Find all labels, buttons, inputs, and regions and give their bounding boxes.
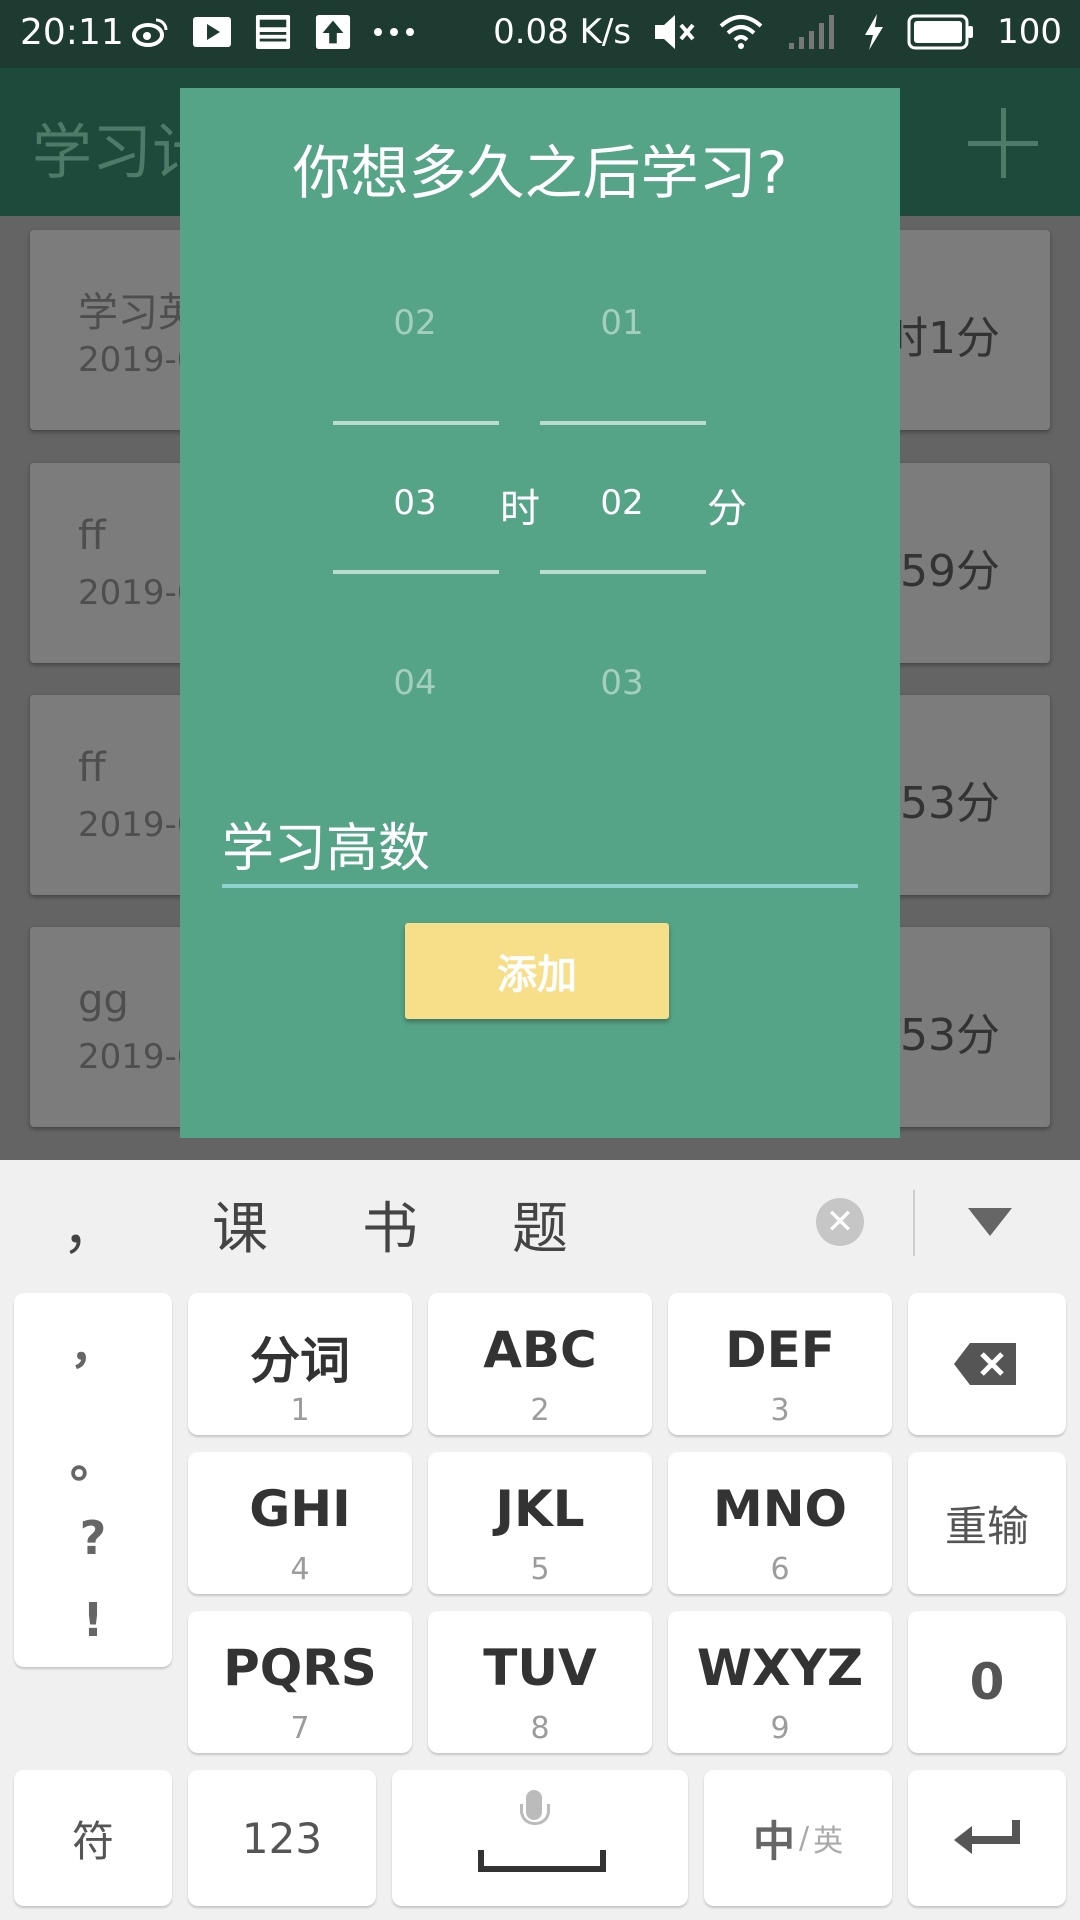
minute-unit-label: 分 (707, 486, 747, 532)
battery-icon (907, 14, 974, 50)
status-right: 0.08 K/s 100 (493, 12, 1062, 52)
keyboard: ， 课 书 题 ✕ ， 。 ? ! 分词 1 ABC 2 DEF 3 GHI 4… (0, 1160, 1080, 1920)
hour-selected[interactable]: 03 (332, 483, 498, 523)
language-switch-key[interactable]: 中 / 英 (704, 1770, 892, 1906)
punct-exclaim[interactable]: ! (14, 1593, 172, 1647)
number-mode-label: 123 (241, 1813, 323, 1863)
key-3[interactable]: DEF 3 (668, 1293, 892, 1435)
candidate-bar: ， 课 书 题 ✕ (0, 1160, 1080, 1282)
lang-english-label: 英 (813, 1824, 844, 1859)
backspace-icon (954, 1343, 1016, 1385)
candidate-item[interactable]: 书 (362, 1184, 418, 1265)
key-8[interactable]: TUV 8 (428, 1611, 652, 1753)
punct-question[interactable]: ? (14, 1511, 172, 1565)
key-5[interactable]: JKL 5 (428, 1452, 652, 1594)
microphone-icon (520, 1790, 550, 1825)
hour-unit-label: 时 (500, 486, 540, 532)
key-digit: 2 (530, 1393, 550, 1428)
candidate-item[interactable]: 课 (212, 1184, 268, 1265)
hour-next[interactable]: 04 (332, 663, 498, 703)
clear-icon[interactable]: ✕ (816, 1198, 864, 1246)
key-4[interactable]: GHI 4 (188, 1452, 412, 1594)
video-icon (193, 17, 231, 47)
net-speed: 0.08 K/s (493, 12, 632, 52)
zero-label: 0 (969, 1653, 1005, 1711)
card-title: ff (78, 745, 106, 791)
symbol-label: 符 (71, 1816, 114, 1866)
punct-comma[interactable]: ， (14, 1311, 172, 1377)
language-switch-label: 中 / 英 (704, 1770, 892, 1906)
card-time-left: 时1分 (884, 313, 1000, 364)
lang-chinese-label: 中 (752, 1816, 795, 1866)
dialog-title: 你想多久之后学习? (292, 139, 788, 207)
minute-next[interactable]: 03 (539, 663, 705, 703)
symbol-key[interactable]: 符 (14, 1770, 172, 1906)
plus-icon[interactable] (968, 108, 1038, 178)
key-digit: 9 (770, 1711, 790, 1746)
candidate-item[interactable]: 题 (512, 1184, 568, 1265)
status-time: 20:11 (20, 12, 124, 53)
upload-icon (315, 14, 351, 50)
key-digit: 7 (290, 1711, 310, 1746)
key-label: DEF (725, 1321, 835, 1379)
hour-prev[interactable]: 02 (332, 303, 498, 343)
key-digit: 4 (290, 1552, 310, 1587)
wifi-icon (719, 15, 763, 49)
key-7[interactable]: PQRS 7 (188, 1611, 412, 1753)
candidate-item[interactable]: ， (62, 1184, 118, 1265)
charging-icon (865, 14, 884, 50)
minute-divider-top (540, 421, 706, 425)
task-input[interactable] (222, 802, 858, 888)
enter-key[interactable] (908, 1770, 1066, 1906)
key-digit: 8 (530, 1711, 550, 1746)
weibo-icon (132, 18, 168, 47)
candidate-divider (913, 1190, 915, 1256)
key-label: TUV (483, 1639, 597, 1697)
enter-icon (954, 1820, 1020, 1854)
add-button[interactable]: 添加 (405, 923, 669, 1019)
number-mode-key[interactable]: 123 (188, 1770, 376, 1906)
card-title: gg (78, 977, 129, 1023)
battery-level: 100 (997, 12, 1062, 52)
status-bar: 20:11 0.08 K/s 100 (0, 0, 1080, 68)
reinput-label: 重输 (944, 1501, 1029, 1551)
key-label: ABC (483, 1321, 597, 1379)
key-1[interactable]: 分词 1 (188, 1293, 412, 1435)
key-digit: 6 (770, 1552, 790, 1587)
key-label: JKL (495, 1480, 585, 1538)
punctuation-key[interactable]: ， 。 ? ! (14, 1293, 172, 1667)
card-title: ff (78, 513, 106, 559)
space-icon (478, 1850, 606, 1872)
signal-icon (789, 15, 835, 49)
key-label: MNO (712, 1480, 848, 1538)
collapse-keyboard-icon[interactable] (968, 1208, 1012, 1236)
space-key[interactable] (392, 1770, 688, 1906)
minute-prev[interactable]: 01 (539, 303, 705, 343)
backspace-key[interactable] (908, 1293, 1066, 1435)
mute-icon (655, 15, 695, 49)
key-9[interactable]: WXYZ 9 (668, 1611, 892, 1753)
punct-period[interactable]: 。 (14, 1425, 172, 1491)
minute-divider-bottom (540, 570, 706, 574)
schedule-dialog: 你想多久之后学习? 02 03 04 时 01 02 03 分 添加 (180, 88, 900, 1138)
hour-divider-bottom (333, 570, 499, 574)
key-label: PQRS (223, 1639, 377, 1697)
reinput-key[interactable]: 重输 (908, 1452, 1066, 1594)
more-icon (374, 28, 414, 36)
key-digit: 5 (530, 1552, 550, 1587)
minute-selected[interactable]: 02 (539, 483, 705, 523)
key-0[interactable]: 0 (908, 1611, 1066, 1753)
key-2[interactable]: ABC 2 (428, 1293, 652, 1435)
key-label: GHI (249, 1480, 351, 1538)
lang-separator: / (798, 1820, 810, 1856)
key-digit: 1 (290, 1393, 310, 1428)
hour-divider-top (333, 421, 499, 425)
key-digit: 3 (770, 1393, 790, 1428)
key-label: WXYZ (696, 1639, 864, 1697)
key-6[interactable]: MNO 6 (668, 1452, 892, 1594)
key-label: 分词 (250, 1332, 350, 1390)
news-icon (255, 14, 291, 50)
